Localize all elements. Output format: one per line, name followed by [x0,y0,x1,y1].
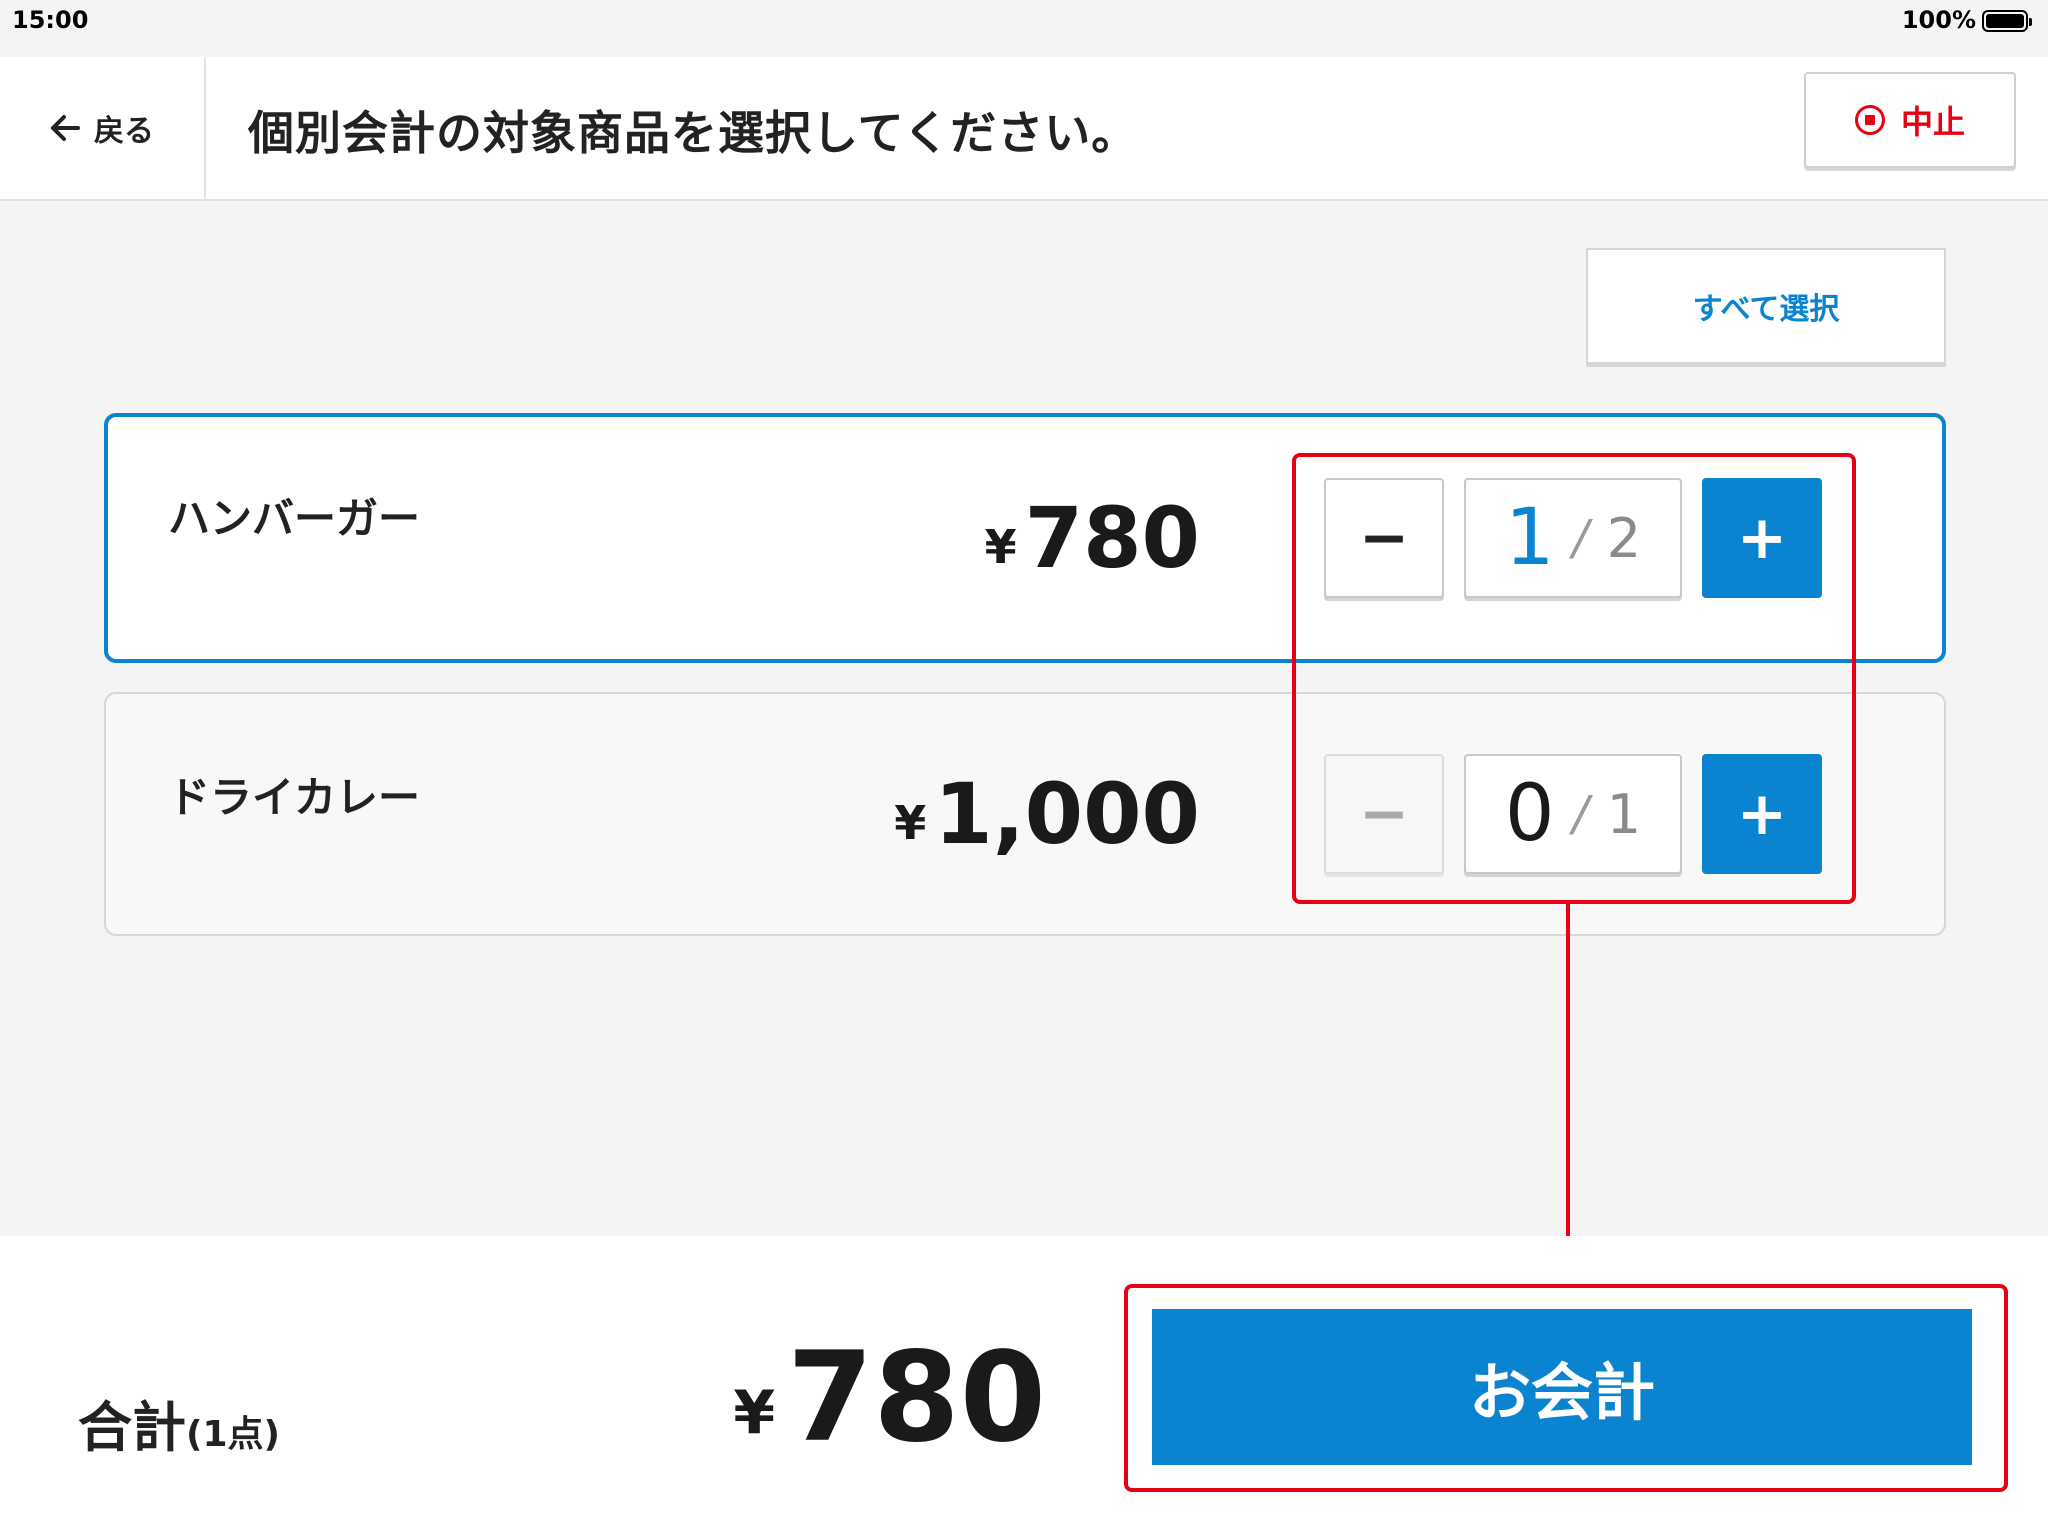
currency-symbol: ¥ [984,520,1017,574]
stop-button[interactable]: 中止 [1804,72,2016,168]
stepper-highlight-annotation [1292,453,1856,904]
price-amount: 780 [1024,489,1200,587]
header: 戻る 個別会計の対象商品を選択してください。 中止 [0,57,2048,201]
total-price: ¥ 780 [733,1336,1046,1460]
arrow-left-icon [50,114,80,142]
back-button[interactable]: 戻る [0,57,206,199]
currency-symbol: ¥ [894,796,927,850]
currency-symbol: ¥ [733,1378,776,1448]
item-price: ¥ 780 [985,417,1200,659]
back-label: 戻る [94,114,154,149]
total-amount: 780 [787,1326,1046,1470]
select-all-button[interactable]: すべて選択 [1586,248,1946,364]
item-name: ハンバーガー [168,494,421,543]
total-label-text: 合計 [78,1396,186,1459]
page-title: 個別会計の対象商品を選択してください。 [248,106,1139,160]
total-item-count: (1点) [186,1414,280,1455]
status-time: 15:00 [12,6,89,34]
item-name: ドライカレー [168,773,421,822]
stop-label: 中止 [1900,103,1965,141]
battery-icon [1982,10,2032,32]
status-bar: 15:00 100% [0,0,2048,57]
item-price: ¥ 1,000 [894,694,1200,934]
total-label: 合計(1点) [78,1383,280,1462]
checkout-highlight-annotation [1124,1284,2008,1492]
annotation-arrow-line [1566,904,1570,1262]
battery-percentage: 100% [1901,6,1976,34]
stop-icon [1854,105,1885,135]
price-amount: 1,000 [934,765,1200,863]
